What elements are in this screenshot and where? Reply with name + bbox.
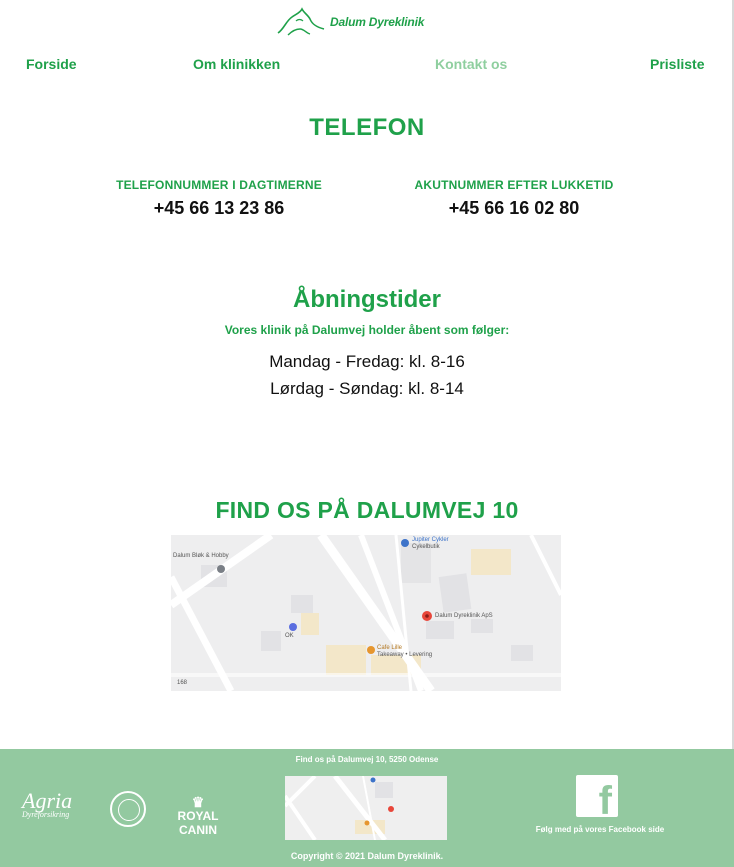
hours-weekend: Lørdag - Søndag: kl. 8-14 <box>270 379 464 398</box>
footer-address: Find os på Dalumvej 10, 5250 Odense <box>295 755 439 764</box>
logo[interactable]: Dalum Dyreklinik <box>276 6 456 38</box>
map-label-cafe-sub: Takeaway • Levering <box>377 652 433 658</box>
map-label-cykler-sub: Cykelbutik <box>412 544 440 550</box>
footer-map-thumbnail[interactable] <box>285 776 447 840</box>
map-label-road-number: 168 <box>177 680 188 686</box>
crown-icon: ♛ <box>191 794 205 810</box>
emergency-phone-label: AKUTNUMMER EFTER LUKKETID <box>414 178 614 192</box>
map-label-hobby: Dalum Bløk & Hobby <box>173 553 229 559</box>
location-map[interactable]: Dalum Bløk & Hobby Jupiter Cykler Cykelb… <box>171 535 561 691</box>
nav-item-forside[interactable]: Forside <box>26 56 77 72</box>
footer: Find os på Dalumvej 10, 5250 Odense Agri… <box>0 749 734 867</box>
find-us-heading: FIND OS PÅ DALUMVEJ 10 <box>215 497 519 523</box>
map-label-dyreklinik: Dalum Dyreklinik ApS <box>435 613 493 619</box>
footer-map-roads <box>285 776 447 840</box>
royal-canin-logo[interactable]: ♛ ROYAL CANIN <box>158 795 238 837</box>
map-label-cafe: Cafe Lille <box>377 645 403 651</box>
page: Dalum Dyreklinik Forside Om klinikken Ko… <box>0 0 734 867</box>
emergency-phone-block: AKUTNUMMER EFTER LUKKETID +45 66 16 02 8… <box>384 178 644 219</box>
map-label-ok: OK <box>285 633 294 639</box>
horse-dog-logo-icon <box>277 7 325 36</box>
logo-text: Dalum Dyreklinik <box>330 15 425 29</box>
facebook-icon[interactable]: f <box>576 775 618 821</box>
royal-canin-text: ROYAL CANIN <box>177 809 219 837</box>
nav-item-om-klinikken[interactable]: Om klinikken <box>193 56 280 72</box>
opening-hours-heading: Åbningstider <box>293 286 441 313</box>
agria-logo[interactable]: Agria Dyreforsikring <box>22 790 72 819</box>
nav-item-prisliste[interactable]: Prisliste <box>650 56 704 72</box>
map-label-cykler: Jupiter Cykler <box>412 537 449 543</box>
hours-weekdays: Mandag - Fredag: kl. 8-16 <box>269 352 465 371</box>
nav-item-kontakt-os[interactable]: Kontakt os <box>435 56 507 72</box>
day-phone-number[interactable]: +45 66 13 23 86 <box>89 198 349 219</box>
agria-logo-subtext: Dyreforsikring <box>22 810 70 819</box>
opening-hours-subtitle: Vores klinik på Dalumvej holder åbent so… <box>224 323 510 337</box>
day-phone-label: TELEFONNUMMER I DAGTIMERNE <box>116 178 322 192</box>
footer-copyright: Copyright © 2021 Dalum Dyreklinik. <box>290 851 444 861</box>
telefon-heading: TELEFON <box>309 114 425 141</box>
emergency-phone-number[interactable]: +45 66 16 02 80 <box>384 198 644 219</box>
kennel-club-seal-icon[interactable] <box>110 791 146 827</box>
facebook-text[interactable]: Følg med på vores Facebook side <box>520 825 680 834</box>
map-roads <box>171 535 561 691</box>
day-phone-block: TELEFONNUMMER I DAGTIMERNE +45 66 13 23 … <box>89 178 349 219</box>
